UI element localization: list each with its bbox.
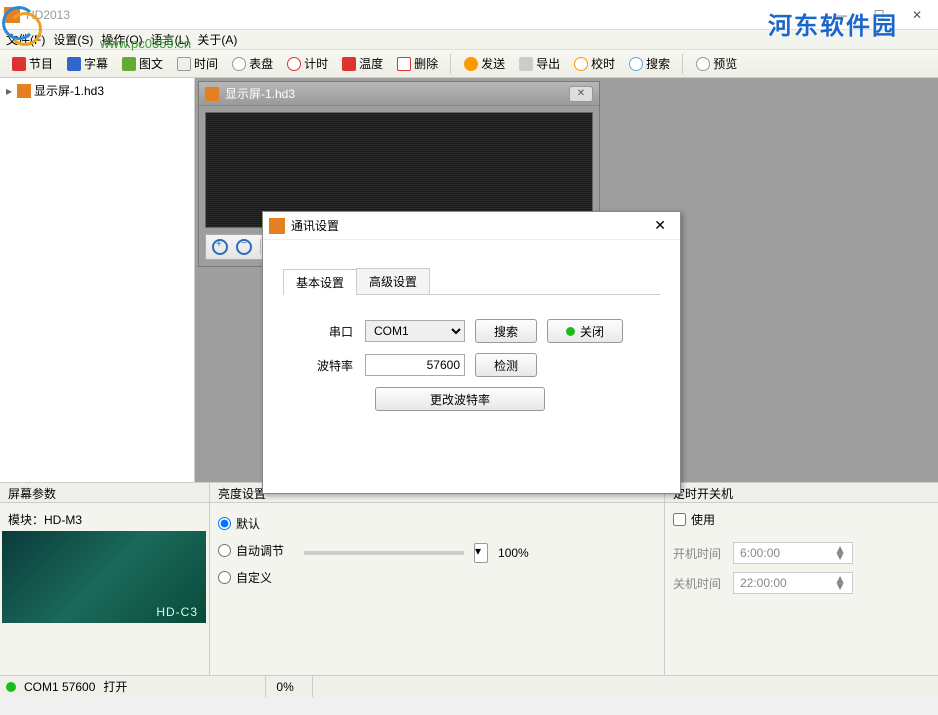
radio-auto[interactable]: 自动调节 bbox=[218, 542, 284, 559]
tb-caltime[interactable]: 校时 bbox=[568, 53, 621, 74]
serial-label: 串口 bbox=[293, 323, 353, 340]
dialog-close-button[interactable]: ✕ bbox=[646, 217, 674, 234]
detect-button[interactable]: 检测 bbox=[475, 353, 537, 377]
mdi-icon bbox=[205, 87, 219, 101]
window-title: HD2013 bbox=[26, 8, 834, 22]
mdi-close-button[interactable]: ✕ bbox=[569, 86, 593, 102]
status-green-icon bbox=[566, 327, 575, 336]
serial-select[interactable]: COM1 bbox=[365, 320, 465, 342]
watermark-url: www.pc0359.cn bbox=[100, 36, 191, 51]
tb-preview[interactable]: 预览 bbox=[690, 53, 743, 74]
brightness-slider[interactable]: ▾ 100% bbox=[304, 511, 656, 586]
dialog-icon bbox=[269, 218, 285, 234]
tb-search[interactable]: 搜索 bbox=[623, 53, 676, 74]
file-icon bbox=[17, 84, 31, 98]
change-baud-button[interactable]: 更改波特率 bbox=[375, 387, 545, 411]
panel-schedule: 定时开关机 使用 开机时间 6:00:00▲▼ 关机时间 22:00:00▲▼ bbox=[665, 483, 938, 675]
baud-label: 波特率 bbox=[293, 357, 353, 374]
dialog-titlebar[interactable]: 通讯设置 ✕ bbox=[263, 212, 680, 240]
tb-program[interactable]: 节目 bbox=[6, 53, 59, 74]
search-button[interactable]: 搜索 bbox=[475, 319, 537, 343]
use-checkbox[interactable]: 使用 bbox=[673, 511, 930, 528]
tb-dial[interactable]: 表盘 bbox=[226, 53, 279, 74]
tree-item-display[interactable]: ▸ 显示屏-1.hd3 bbox=[4, 82, 190, 99]
tb-graphic[interactable]: 图文 bbox=[116, 53, 169, 74]
status-bar: COM1 57600 打开 0% bbox=[0, 675, 938, 697]
zoom-in-icon[interactable] bbox=[212, 239, 228, 255]
menu-settings[interactable]: 设置(S) bbox=[53, 31, 93, 48]
zoom-out-icon[interactable] bbox=[236, 239, 252, 255]
brightness-value: 100% bbox=[498, 546, 529, 560]
mdi-title-text: 显示屏-1.hd3 bbox=[225, 85, 569, 102]
tb-export[interactable]: 导出 bbox=[513, 53, 566, 74]
dialog-title: 通讯设置 bbox=[291, 217, 646, 234]
radio-custom[interactable]: 自定义 bbox=[218, 569, 284, 586]
param-module: 模块：HD-M3 bbox=[8, 511, 201, 528]
tab-basic[interactable]: 基本设置 bbox=[283, 269, 357, 295]
tree-panel: ▸ 显示屏-1.hd3 bbox=[0, 78, 195, 482]
on-time-label: 开机时间 bbox=[673, 545, 733, 562]
tb-delete[interactable]: 删除 bbox=[391, 53, 444, 74]
on-time-input[interactable]: 6:00:00▲▼ bbox=[733, 542, 853, 564]
close-conn-button[interactable]: 关闭 bbox=[547, 319, 623, 343]
status-dot-icon bbox=[6, 682, 16, 692]
bottom-panels: 屏幕参数 模块：HD-M3 屏宽：128 屏高：32 颜色：单基色 异步全彩全新… bbox=[0, 482, 938, 675]
panel1-header: 屏幕参数 bbox=[0, 483, 209, 503]
mdi-titlebar[interactable]: 显示屏-1.hd3 ✕ bbox=[199, 82, 599, 106]
toolbar: 节目 字幕 图文 时间 表盘 计时 温度 删除 发送 导出 校时 搜索 预览 bbox=[0, 50, 938, 78]
tab-advanced[interactable]: 高级设置 bbox=[356, 268, 430, 294]
status-percent: 0% bbox=[265, 676, 303, 697]
radio-default[interactable]: 默认 bbox=[218, 515, 284, 532]
tree-item-label: 显示屏-1.hd3 bbox=[34, 82, 104, 99]
watermark-text: 河东软件园 bbox=[768, 6, 898, 41]
comm-settings-dialog: 通讯设置 ✕ 基本设置 高级设置 串口 COM1 搜索 关闭 波特率 检测 更改… bbox=[262, 211, 681, 494]
expand-icon[interactable]: ▸ bbox=[4, 84, 14, 98]
baud-input[interactable] bbox=[365, 354, 465, 376]
panel-screen-params: 屏幕参数 模块：HD-M3 屏宽：128 屏高：32 颜色：单基色 异步全彩全新… bbox=[0, 483, 210, 675]
menu-about[interactable]: 关于(A) bbox=[197, 31, 237, 48]
tb-send[interactable]: 发送 bbox=[458, 53, 511, 74]
panel-brightness: 亮度设置 默认 自动调节 自定义 ▾ 100% bbox=[210, 483, 665, 675]
status-state: 打开 bbox=[103, 678, 127, 695]
tb-temperature[interactable]: 温度 bbox=[336, 53, 389, 74]
watermark-logo bbox=[0, 4, 44, 48]
pcb-image: HD-C3 bbox=[2, 531, 206, 623]
close-button[interactable]: ✕ bbox=[910, 8, 924, 22]
tb-subtitle[interactable]: 字幕 bbox=[61, 53, 114, 74]
panel3-header: 定时开关机 bbox=[665, 483, 938, 503]
off-time-label: 关机时间 bbox=[673, 575, 733, 592]
tb-timer[interactable]: 计时 bbox=[281, 53, 334, 74]
status-port: COM1 57600 bbox=[24, 680, 95, 694]
dialog-tabs: 基本设置 高级设置 bbox=[283, 268, 660, 295]
tb-time[interactable]: 时间 bbox=[171, 53, 224, 74]
off-time-input[interactable]: 22:00:00▲▼ bbox=[733, 572, 853, 594]
slider-thumb[interactable]: ▾ bbox=[474, 543, 488, 563]
